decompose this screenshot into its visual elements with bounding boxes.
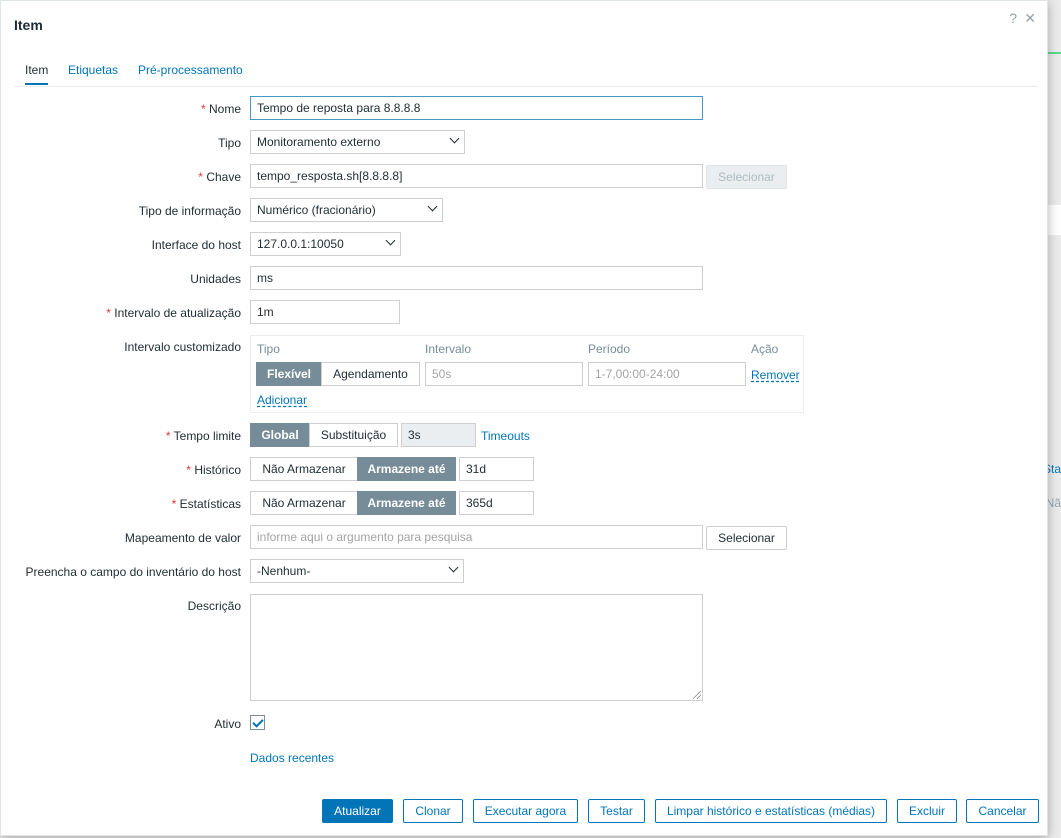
- timeout-label: Tempo limite: [166, 429, 241, 443]
- tipo-info-select[interactable]: Numérico (fracionário): [250, 198, 443, 222]
- timeouts-link[interactable]: Timeouts: [481, 429, 530, 443]
- timeout-input[interactable]: 3s: [401, 423, 476, 447]
- tab-bar: Item Etiquetas Pré-processamento: [14, 61, 1038, 87]
- nome-input[interactable]: Tempo de reposta para 8.8.8.8: [250, 96, 703, 120]
- clonar-button[interactable]: Clonar: [403, 799, 463, 823]
- tab-etiquetas[interactable]: Etiquetas: [68, 63, 118, 83]
- descricao-textarea[interactable]: [250, 594, 703, 701]
- resize-grip-icon[interactable]: [693, 691, 701, 699]
- mapeamento-label: Mapeamento de valor: [124, 531, 241, 545]
- item-dialog: Item ? ✕ Item Etiquetas Pré-processament…: [0, 0, 1048, 836]
- unidades-input[interactable]: ms: [250, 266, 703, 290]
- limpar-historico-button[interactable]: Limpar histórico e estatísticas (médias): [655, 799, 887, 823]
- historico-nao-armazenar-toggle[interactable]: Não Armazenar: [250, 457, 358, 481]
- custom-interval-input[interactable]: 50s: [425, 362, 583, 386]
- remover-link[interactable]: Remover: [751, 368, 800, 382]
- estatisticas-armazene-toggle[interactable]: Armazene até: [357, 491, 456, 515]
- testar-button[interactable]: Testar: [588, 799, 645, 823]
- tipo-info-label: Tipo de informação: [138, 204, 241, 218]
- interface-value: 127.0.0.1:10050: [257, 237, 344, 251]
- atualizar-button[interactable]: Atualizar: [322, 799, 393, 823]
- chevron-down-icon: [385, 235, 396, 246]
- custom-period-input[interactable]: 1-7,00:00-24:00: [588, 362, 746, 386]
- inventario-value: -Nenhum-: [257, 564, 311, 578]
- unidades-label: Unidades: [190, 272, 241, 286]
- interface-select[interactable]: 127.0.0.1:10050: [250, 232, 401, 256]
- tipo-label: Tipo: [218, 136, 241, 150]
- cancelar-button[interactable]: Cancelar: [966, 799, 1039, 823]
- agendamento-toggle[interactable]: Agendamento: [321, 362, 420, 386]
- tab-item[interactable]: Item: [25, 63, 49, 85]
- executar-agora-button[interactable]: Executar agora: [473, 799, 578, 823]
- check-icon: [252, 716, 264, 728]
- background-fragment: [1046, 205, 1061, 235]
- timeout-substituicao-toggle[interactable]: Substituição: [309, 423, 398, 447]
- close-icon[interactable]: ✕: [1024, 10, 1036, 27]
- inventario-label: Preencha o campo do inventário do host: [25, 565, 241, 579]
- nome-label: Nome: [201, 102, 241, 116]
- estatisticas-label: Estatísticas: [172, 497, 241, 511]
- historico-input[interactable]: 31d: [459, 457, 534, 481]
- excluir-button[interactable]: Excluir: [897, 799, 957, 823]
- estatisticas-nao-armazenar-toggle[interactable]: Não Armazenar: [250, 491, 358, 515]
- chave-label: Chave: [198, 170, 241, 184]
- custom-header-periodo: Período: [588, 342, 631, 356]
- mapeamento-select-button[interactable]: Selecionar: [706, 526, 787, 550]
- dados-recentes-link[interactable]: Dados recentes: [250, 751, 334, 765]
- custom-header-acao: Ação: [751, 342, 779, 356]
- tipo-select[interactable]: Monitoramento externo: [250, 130, 465, 154]
- chave-select-button[interactable]: Selecionar: [706, 165, 787, 189]
- chevron-down-icon: [448, 562, 459, 573]
- ativo-checkbox[interactable]: [250, 715, 265, 730]
- intervalo-label: Intervalo de atualização: [106, 306, 241, 320]
- dialog-title: Item: [14, 17, 43, 33]
- timeout-global-toggle[interactable]: Global: [250, 423, 310, 447]
- tab-preprocessamento[interactable]: Pré-processamento: [138, 63, 243, 83]
- background-accent-line: [1046, 52, 1061, 54]
- custom-header-tipo: Tipo: [257, 342, 280, 356]
- tipo-info-value: Numérico (fracionário): [257, 203, 376, 217]
- descricao-label: Descrição: [187, 599, 241, 613]
- historico-label: Histórico: [186, 463, 241, 477]
- help-icon[interactable]: ?: [1009, 10, 1017, 26]
- estatisticas-input[interactable]: 365d: [459, 491, 534, 515]
- chave-input[interactable]: tempo_resposta.sh[8.8.8.8]: [250, 164, 703, 188]
- chevron-down-icon: [449, 133, 460, 144]
- mapeamento-input[interactable]: informe aqui o argumento para pesquisa: [250, 525, 703, 549]
- interface-label: Interface do host: [151, 238, 241, 252]
- inventario-select[interactable]: -Nenhum-: [250, 559, 464, 583]
- custom-header-intervalo: Intervalo: [425, 342, 472, 356]
- chevron-down-icon: [427, 201, 438, 212]
- custom-interval-label: Intervalo customizado: [124, 340, 241, 354]
- flexivel-toggle[interactable]: Flexível: [256, 362, 322, 386]
- intervalo-input[interactable]: 1m: [250, 300, 400, 324]
- tipo-select-value: Monitoramento externo: [257, 135, 381, 149]
- historico-armazene-toggle[interactable]: Armazene até: [357, 457, 456, 481]
- adicionar-link[interactable]: Adicionar: [257, 393, 307, 407]
- ativo-label: Ativo: [214, 717, 241, 731]
